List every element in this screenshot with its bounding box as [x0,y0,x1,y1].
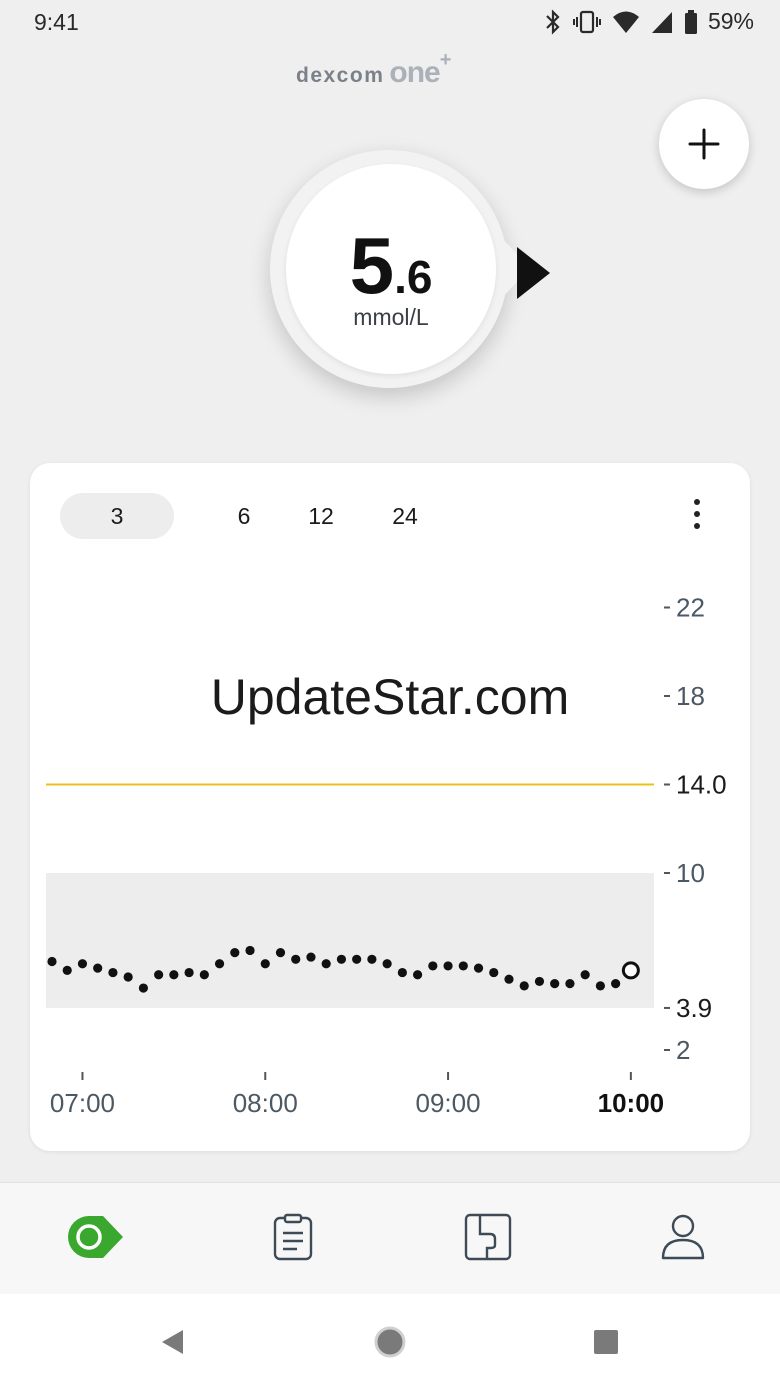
glucose-value-integer: 5 [349,221,395,310]
bluetooth-icon [546,8,560,35]
add-event-button[interactable] [659,99,749,189]
current-reading-point [621,961,640,980]
nav-profile-tab[interactable] [643,1197,723,1277]
glucose-point [412,970,423,980]
dexcom-one-logo: DEXCOM one + [296,49,452,89]
y-tick-label: 10 [676,858,705,888]
glucose-point [611,979,621,989]
glucose-point [595,981,605,991]
glucose-point [565,979,575,989]
glucose-value: 5.6 [271,220,511,312]
glucose-tab-icon [68,1216,123,1258]
glucose-point [154,970,164,980]
y-tick-label: 2 [676,1035,690,1065]
glucose-point [306,952,316,962]
glucose-point [336,954,347,964]
glucose-chart: 22 18 14.0 10 3.9 2 07:00 08:00 09:00 10:00 [46,593,727,1118]
status-bar: 9:41 59% [0,0,780,48]
x-tick-label: 07:00 [50,1088,115,1118]
glucose-point [260,959,270,969]
logo-brand: DEXCOM [296,64,385,87]
glucose-point [184,967,194,978]
glucose-point [443,961,453,971]
logo-product: one [389,56,440,89]
trend-graph-card: 3 6 12 24 22 18 14.0 10 3.9 2 07:00 08:00 09:00 1… [30,463,750,1151]
glucose-point [123,972,133,982]
x-tick-label: 10:00 [598,1088,665,1118]
plus-icon [688,128,720,160]
system-nav-bar [0,1294,780,1386]
glucose-point [367,954,377,964]
glucose-reading[interactable]: 5.6 mmol/L [270,150,560,390]
glucose-point [428,961,438,971]
glucose-value-decimal: .6 [394,251,433,303]
home-button[interactable] [362,1314,418,1370]
glucose-point [382,959,392,969]
glucose-point [458,961,468,971]
glucose-point [352,954,362,964]
glucose-point [214,959,225,969]
glucose-point [47,956,57,967]
vibrate-icon [572,10,601,33]
reports-icon [464,1213,512,1261]
back-triangle-icon [162,1330,183,1354]
back-button[interactable] [144,1314,200,1370]
recents-square-icon [594,1330,618,1354]
glucose-point [291,954,301,964]
glucose-point [489,967,499,978]
glucose-point [199,970,209,980]
glucose-point [245,945,255,956]
status-time: 9:41 [34,9,79,35]
x-tick-label: 09:00 [416,1088,481,1118]
battery-percent: 59% [707,8,754,34]
glucose-unit: mmol/L [353,304,429,330]
cell-signal-icon [651,11,672,33]
bottom-nav [0,1182,780,1294]
person-icon [661,1214,705,1260]
status-icons: 59% [544,8,754,35]
logo-plus: + [439,49,452,71]
clipboard-icon [273,1213,313,1261]
glucose-point [397,967,407,978]
screen: 9:41 59% DEXCOM one + [0,0,780,1386]
glucose-point [275,948,286,958]
glucose-point [138,983,148,993]
glucose-point [230,948,240,958]
y-tick-label: 22 [676,593,705,623]
x-tick-label: 08:00 [233,1088,298,1118]
y-tick-label: 3.9 [676,993,712,1023]
glucose-point [580,970,590,980]
nav-glucose-tab[interactable] [56,1197,136,1277]
glucose-point [550,979,560,989]
reading-face: 5.6 mmol/L [286,164,496,374]
glucose-point [169,970,179,980]
glucose-point [473,963,484,973]
recents-button[interactable] [578,1314,634,1370]
glucose-point [62,965,72,975]
glucose-point [77,959,88,969]
y-tick-label: 18 [676,681,705,711]
home-circle-icon [374,1326,406,1358]
glucose-point [93,963,103,973]
nav-reports-tab[interactable] [448,1197,528,1277]
target-range-band [46,873,654,1008]
glucose-point [321,959,331,969]
battery-icon [684,9,697,34]
glucose-point [519,981,529,991]
glucose-point [504,974,514,984]
y-tick-label: 14.0 [676,770,727,800]
wifi-icon [612,11,639,33]
glucose-point [534,976,545,987]
nav-events-tab[interactable] [253,1197,333,1277]
glucose-point [108,967,118,978]
